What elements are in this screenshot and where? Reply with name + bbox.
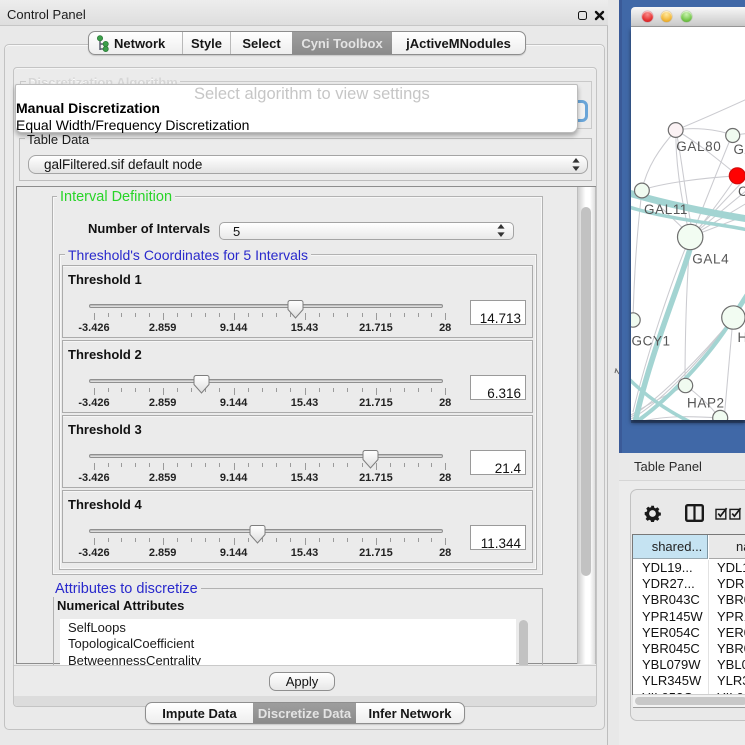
svg-text:CD: CD <box>738 184 745 199</box>
svg-text:GAL4: GAL4 <box>692 251 729 266</box>
svg-text:HS: HS <box>738 330 745 345</box>
svg-text:GAL: GAL <box>734 142 745 157</box>
svg-text:GCY1: GCY1 <box>632 333 671 348</box>
svg-text:GAL80: GAL80 <box>676 139 721 154</box>
svg-text:GAL11: GAL11 <box>644 202 688 217</box>
svg-text:HAP2: HAP2 <box>687 396 725 411</box>
